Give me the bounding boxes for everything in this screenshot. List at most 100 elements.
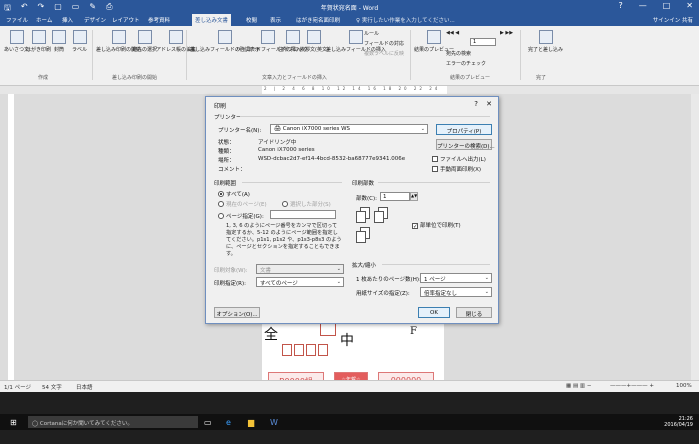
finish-merge-button[interactable]: 完了と差し込み (528, 30, 563, 53)
title-bar: 🖫 ↶ ↷ ▢ ▭ ✎ ⎙ 年賀状宛名面 - Word ? — □ ✕ (0, 0, 699, 14)
tell-me-search[interactable]: ♀ 実行したい作業を入力してください... (356, 16, 455, 24)
clock-date: 2016/04/19 (664, 422, 693, 428)
page-count[interactable]: 1/1 ページ (4, 383, 31, 391)
pages-per-sheet-label: 1 枚あたりのページ数(H): (356, 277, 421, 283)
minimize-icon[interactable]: — (639, 1, 647, 10)
signin-link[interactable]: サインイン 共有 (653, 16, 693, 24)
find-recipient-button[interactable]: 宛先の検索 (446, 50, 471, 57)
copies-label: 部数(C): (356, 196, 377, 202)
cortana-search[interactable]: ◯ Cortanaに何か聞いてみてください。 (28, 416, 198, 428)
windows-start-icon[interactable]: ⊞ (10, 418, 17, 427)
zoom-level[interactable]: 100% (676, 383, 692, 389)
envelope-button[interactable]: 封筒 (52, 30, 66, 53)
chevron-down-icon: ⌄ (420, 126, 425, 132)
language-indicator[interactable]: 日本語 (76, 383, 93, 391)
print-what-label: 印刷対象(W): (214, 268, 248, 274)
postal-box (306, 344, 316, 356)
printer-icon: 🖨 (274, 126, 283, 132)
tab-mailings[interactable]: 差し込み文書 (192, 14, 232, 26)
postal-box (318, 344, 328, 356)
range-current-radio[interactable]: 現在のページ(E) (218, 200, 267, 208)
copies-input[interactable]: 1 (380, 192, 410, 201)
close-icon[interactable]: ✕ (486, 100, 492, 108)
help-icon[interactable]: ? (474, 100, 478, 108)
horizontal-ruler: 2 | 2 4 6 8 10 12 14 16 18 20 22 24 (0, 86, 699, 94)
copies-section-label: 印刷部数 (352, 181, 375, 187)
zoom-section-label: 拡大/縮小 (352, 263, 376, 269)
task-view-icon[interactable]: ▭ (204, 418, 212, 427)
tab-layout[interactable]: レイアウト (112, 16, 140, 24)
tab-file[interactable]: ファイル (6, 16, 28, 24)
ribbon-options-icon[interactable]: ? (618, 1, 622, 10)
collate-checkbox[interactable]: ✓ 部単位で印刷(T) (412, 221, 461, 230)
pages-per-sheet-select[interactable]: 1 ページ ⌄ (420, 273, 492, 283)
find-printer-button[interactable]: プリンターの検索(D)... (436, 139, 495, 150)
scale-label: 用紙サイズの指定(Z): (356, 291, 410, 297)
maximize-icon[interactable]: □ (663, 1, 671, 10)
print-label: 印刷指定(R): (214, 281, 246, 287)
edge-icon[interactable]: e (226, 418, 231, 427)
group-label-fields: 文章入力とフィールドの挿入 (262, 75, 327, 81)
type-label: 種類： (218, 149, 235, 155)
ruler-ticks: 2 | 2 4 6 8 10 12 14 16 18 20 22 24 (262, 86, 447, 94)
rules-button[interactable]: ルール (364, 30, 379, 37)
comment-label: コメント： (218, 167, 246, 173)
copies-stepper[interactable]: ▲▼ (410, 192, 418, 201)
close-icon[interactable]: ✕ (686, 1, 693, 10)
tab-postcard[interactable]: はがき宛名面印刷 (296, 16, 340, 24)
record-nav-next[interactable]: ▶ ▶▶ (500, 30, 513, 36)
print-what-select[interactable]: 文書 ⌄ (256, 264, 344, 274)
word-count[interactable]: 54 文字 (42, 383, 62, 391)
manual-duplex-checkbox[interactable]: 手動両面印刷(X) (432, 165, 481, 173)
postal-box (282, 344, 292, 356)
address-char: 中 (340, 333, 354, 349)
window-title: 年賀状宛名面 - Word (320, 5, 379, 12)
page-range-input[interactable] (270, 210, 336, 219)
system-tray[interactable]: 21:26 2016/04/19 (664, 416, 693, 428)
match-fields-button[interactable]: フィールドの対応 (364, 40, 404, 47)
scale-select[interactable]: 倍率指定なし ⌄ (420, 287, 492, 297)
print-select[interactable]: すべてのページ ⌄ (256, 277, 344, 287)
chevron-down-icon: ⌄ (336, 279, 341, 285)
vertical-scrollbar[interactable] (691, 94, 699, 380)
tab-design[interactable]: デザイン (84, 16, 106, 24)
tab-home[interactable]: ホーム (36, 16, 52, 24)
check-errors-button[interactable]: エラーのチェック (446, 60, 486, 67)
properties-button[interactable]: プロパティ(P) (436, 124, 492, 135)
greeting-line-button[interactable]: 挨拶文(英文) (300, 30, 329, 53)
chevron-down-icon: ⌄ (484, 289, 489, 295)
dialog-title: 印刷 (214, 103, 227, 110)
range-selection-radio[interactable]: 選択した部分(S) (282, 200, 331, 208)
location-label: 場所： (218, 158, 235, 164)
window-controls: ? — □ ✕ (618, 1, 693, 10)
record-number-input[interactable]: 1 (470, 38, 496, 46)
ok-button[interactable]: OK (418, 307, 450, 318)
print-to-file-checkbox[interactable]: ファイルへ出力(L) (432, 155, 486, 163)
ribbon: あいさつ文 はがき印刷 封筒 ラベル 作成 差し込み印刷の開始 宛先の選択 アド… (0, 26, 699, 86)
view-mode-icons[interactable]: ▦ ▤ ▥ − (566, 383, 591, 389)
tab-review[interactable]: 校閲 (246, 16, 257, 24)
range-pages-radio[interactable]: ページ指定(G): (218, 212, 264, 220)
close-button[interactable]: 閉じる (456, 307, 492, 318)
group-label-create: 作成 (38, 75, 49, 81)
options-button[interactable]: オプション(O)... (214, 307, 260, 318)
cortana-icon: ◯ (32, 421, 40, 427)
tab-insert[interactable]: 挿入 (62, 16, 73, 24)
postcard-print-button[interactable]: はがき印刷 (26, 30, 51, 53)
tab-view[interactable]: 表示 (270, 16, 281, 24)
taskbar: ⊞ ◯ Cortanaに何か聞いてみてください。 ▭ e ▆ W 21:26 2… (0, 392, 699, 444)
tab-references[interactable]: 参考資料 (148, 16, 170, 24)
zoom-slider[interactable]: ———+——— + (610, 383, 654, 389)
word-taskbar-icon[interactable]: W (270, 418, 278, 427)
record-nav[interactable]: ◀◀ ◀ (446, 30, 459, 36)
print-dialog: 印刷 ? ✕ プリンター プリンター名(N): 🖨 Canon iX7000 s… (205, 96, 499, 324)
range-all-radio[interactable]: すべて(A) (218, 190, 250, 198)
address-char: 全 (264, 327, 278, 343)
update-labels-button[interactable]: 複数ラベルに反映 (364, 50, 404, 57)
printer-name-label: プリンター名(N): (218, 128, 262, 134)
printer-select[interactable]: 🖨 Canon iX7000 series WS ⌄ (270, 124, 428, 134)
select-recipients-button[interactable]: 宛先の選択 (132, 30, 157, 53)
label-button[interactable]: ラベル (72, 30, 87, 53)
explorer-icon[interactable]: ▆ (248, 418, 254, 427)
range-section-label: 印刷範囲 (214, 181, 237, 187)
